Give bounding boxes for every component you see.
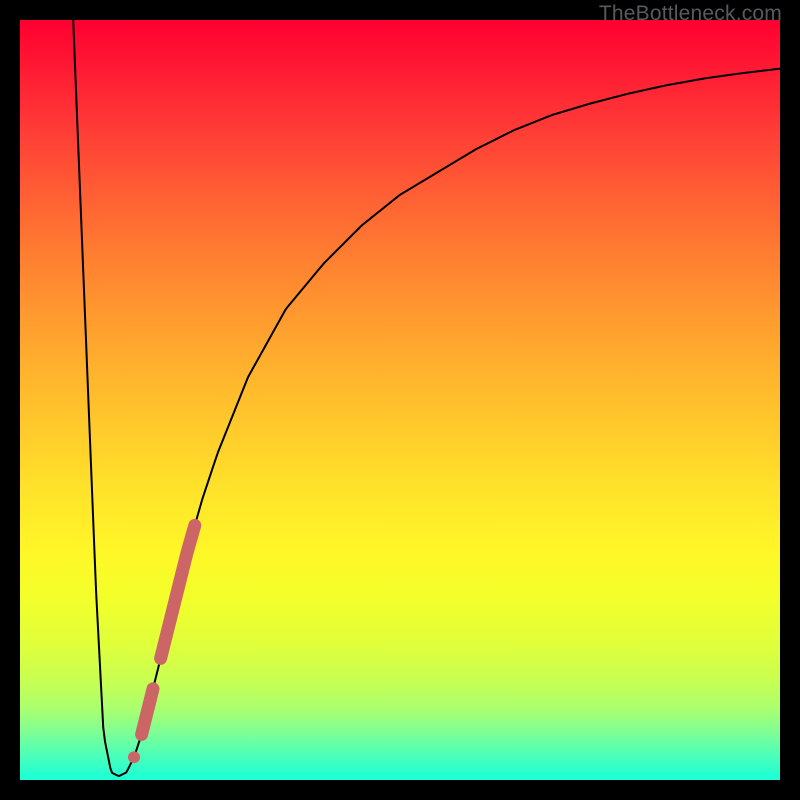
highlight-segment-b [142, 689, 153, 735]
bottleneck-curve [73, 20, 780, 776]
plot-area [20, 20, 780, 780]
highlight-segment-a [161, 525, 195, 658]
highlight-segments [128, 525, 195, 763]
bottleneck-curve-svg [20, 20, 780, 780]
curve-line [73, 20, 780, 776]
chart-frame: TheBottleneck.com [0, 0, 800, 800]
highlight-dot-c [128, 751, 140, 763]
watermark-text: TheBottleneck.com [599, 2, 782, 26]
